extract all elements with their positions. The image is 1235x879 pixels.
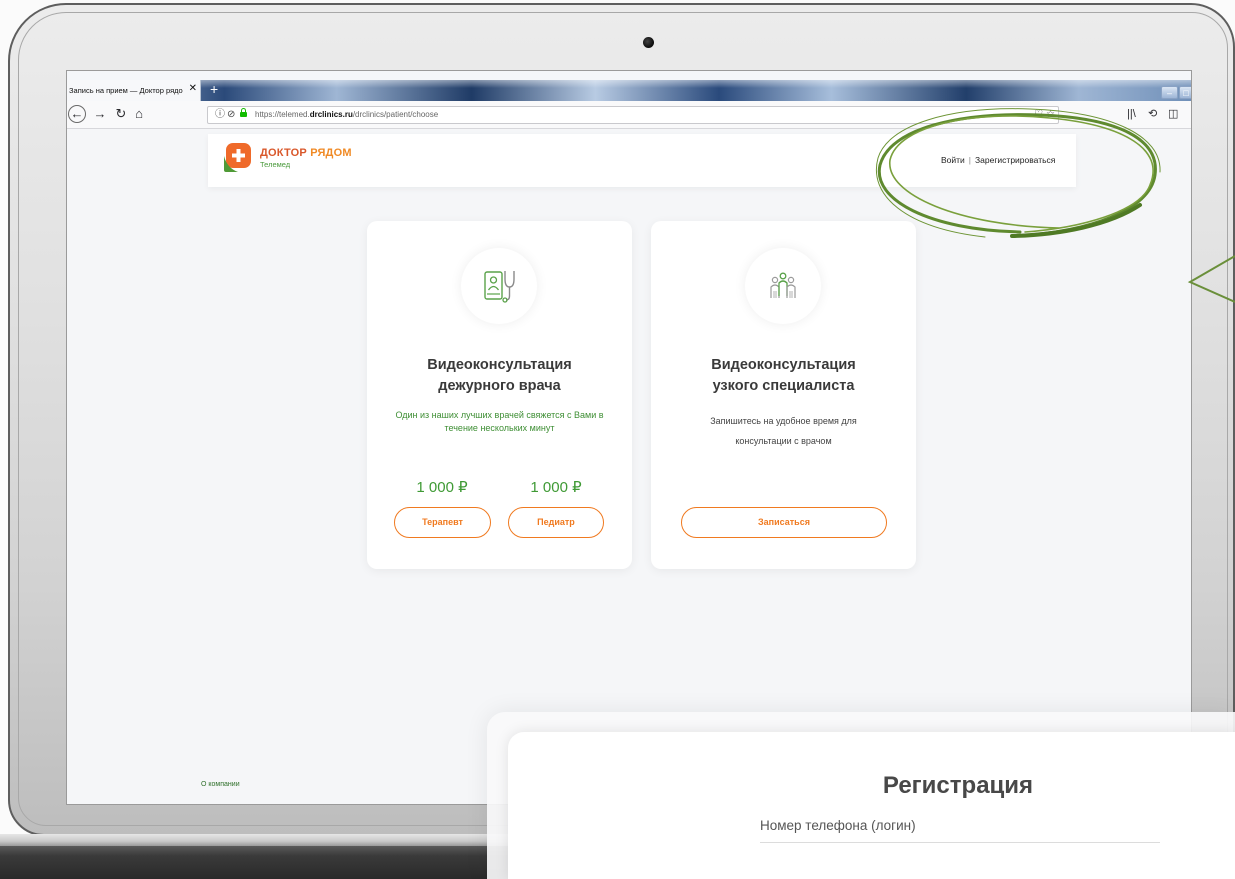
card-icon-circle <box>461 248 537 324</box>
web-page: ДОКТОР РЯДОМ Телемед Войти | Зарегистриров… <box>67 129 1191 804</box>
icon-shape <box>502 297 508 303</box>
info-icon[interactable]: ⓘ <box>215 108 225 122</box>
back-arrow-icon[interactable]: ← <box>68 105 86 123</box>
card-icon-circle <box>745 248 821 324</box>
icon-shape <box>770 284 780 298</box>
address-bar[interactable]: ⓘ ⊘ https://telemed.drclinics.ru/drclini… <box>207 106 1059 124</box>
registration-title: Регистрация <box>882 772 1034 799</box>
laptop-screen: Запись на прием — Доктор рядо ✕ + – □ ← … <box>66 70 1192 805</box>
card-specialist: Видеоконсультация узкого специалиста Зап… <box>651 221 916 569</box>
card-description: Запишитесь на удобное время для консульт… <box>651 411 916 451</box>
maximize-button[interactable]: □ <box>1179 86 1191 99</box>
card-title-line: дежурного врача <box>438 378 561 394</box>
mockup-canvas: Запись на прием — Доктор рядо ✕ + – □ ← … <box>0 0 1235 879</box>
pocket-icon[interactable]: ♡ <box>1034 108 1043 122</box>
pediatrician-button[interactable]: Педиатр <box>508 507 604 538</box>
tracking-protection-icon[interactable]: ⊘ <box>227 108 235 122</box>
browser-tab-active[interactable]: Запись на прием — Доктор рядо ✕ <box>67 80 201 101</box>
card-title-line: узкого специалиста <box>712 378 855 394</box>
phone-field-underline <box>760 842 1160 843</box>
window-title-strip <box>67 71 1191 80</box>
brand-word-1: ДОКТОР <box>260 147 307 159</box>
icon-shape <box>773 291 793 298</box>
close-icon[interactable]: ✕ <box>189 83 197 94</box>
doctor-stethoscope-icon <box>484 271 515 303</box>
icon-shape <box>786 284 796 298</box>
icon-shape <box>778 280 788 296</box>
specialists-group-icon <box>770 272 796 298</box>
reload-icon[interactable]: ↻ <box>112 105 130 123</box>
icon-shape <box>489 276 498 284</box>
icon-shape <box>484 271 503 300</box>
history-icon[interactable]: ⟲ <box>1148 107 1157 121</box>
url-text[interactable]: https://telemed.drclinics.ru/drclinics/p… <box>255 110 438 119</box>
site-header: ДОКТОР РЯДОМ Телемед Войти | Зарегистриров… <box>208 134 1076 187</box>
card-title: Видеоконсультация узкого специалиста <box>651 355 916 397</box>
brand-word-2: РЯДОМ <box>310 147 352 159</box>
url-path: /drclinics/patient/choose <box>352 110 439 119</box>
brand-name[interactable]: ДОКТОР РЯДОМ <box>260 147 352 159</box>
url-domain: drclinics.ru <box>309 110 353 119</box>
registration-card: Регистрация Номер телефона (логин) <box>508 732 1235 879</box>
home-icon[interactable]: ⌂ <box>130 105 148 123</box>
card-duty-doctor: Видеоконсультация дежурного врача Один и… <box>367 221 632 569</box>
browser-tab-bar: Запись на прием — Доктор рядо ✕ + – □ <box>67 80 1191 101</box>
card-title-line: Видеоконсультация <box>711 357 856 373</box>
icon-shape <box>487 285 500 291</box>
forward-arrow-icon[interactable]: → <box>91 105 109 123</box>
logo-cross-horizontal <box>232 153 245 158</box>
bookmark-star-icon[interactable]: ☆ <box>1046 108 1055 122</box>
about-company-link[interactable]: О компании <box>201 781 240 788</box>
icon-shape <box>787 276 795 284</box>
url-prefix: https://telemed. <box>255 110 310 119</box>
icon-shape <box>771 276 779 284</box>
browser-toolbar: ← → ↻ ⌂ ⓘ ⊘ https://telemed.drclinics.ru… <box>67 101 1191 129</box>
new-tab-icon[interactable]: + <box>210 81 218 97</box>
card-description: Один из наших лучших врачей свяжется с В… <box>367 409 632 435</box>
register-link[interactable]: Зарегистрироваться <box>975 155 1055 165</box>
price-pediatrician: 1 000 ₽ <box>530 479 582 496</box>
book-appointment-button[interactable]: Записаться <box>681 507 887 538</box>
nav-separator: | <box>968 155 972 165</box>
card-description-line: Один из наших лучших врачей свяжется с В… <box>395 410 604 420</box>
card-title-line: Видеоконсультация <box>427 357 572 373</box>
sidebar-icon[interactable]: ◫ <box>1168 107 1178 121</box>
price-therapist: 1 000 ₽ <box>416 479 468 496</box>
brand-logo-icon[interactable] <box>223 143 252 172</box>
therapist-button[interactable]: Терапевт <box>394 507 491 538</box>
phone-field[interactable]: Номер телефона (логин) <box>760 818 916 833</box>
icon-shape <box>504 271 515 288</box>
login-link[interactable]: Войти <box>941 155 965 165</box>
brand-subtitle: Телемед <box>260 160 291 169</box>
page-actions-icon[interactable]: ··· <box>1020 108 1028 122</box>
card-description-line: Запишитесь на удобное время для <box>710 416 857 426</box>
icon-shape <box>779 272 787 280</box>
card-description-line: консультации с врачом <box>735 436 832 446</box>
card-title: Видеоконсультация дежурного врача <box>367 355 632 397</box>
card-description-line: течение нескольких минут <box>444 423 555 433</box>
auth-nav: Войти | Зарегистрироваться <box>941 155 1055 165</box>
webcam-dot <box>643 37 654 48</box>
minimize-button[interactable]: – <box>1161 86 1178 99</box>
tab-title: Запись на прием — Доктор рядо <box>69 86 183 95</box>
lock-icon[interactable] <box>240 108 247 117</box>
library-icon[interactable]: ||\ <box>1127 107 1136 121</box>
